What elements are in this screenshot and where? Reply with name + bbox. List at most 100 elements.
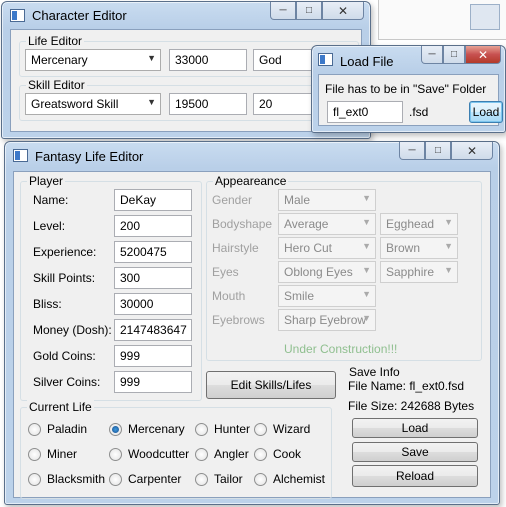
title-bar[interactable]: Fantasy Life Editor ─ □ ✕ (5, 142, 499, 170)
chevron-down-icon: ▼ (362, 265, 371, 275)
silver-coins-label: Silver Coins: (33, 375, 101, 389)
maximize-icon[interactable]: □ (425, 142, 451, 160)
radio-indicator (195, 447, 208, 461)
bliss-field[interactable]: 30000 (114, 293, 192, 315)
load-file-dialog: Load File ─ □ ✕ File has to be in "Save"… (311, 45, 506, 133)
skill-editor-label: Skill Editor (26, 78, 87, 92)
close-icon[interactable]: ✕ (465, 46, 501, 64)
life-radio-mercenary[interactable]: Mercenary (109, 422, 185, 436)
level-field[interactable]: 200 (114, 215, 192, 237)
bodyshape-label: Bodyshape (212, 217, 273, 231)
life-radio-alchemist[interactable]: Alchemist (254, 472, 325, 486)
chevron-down-icon: ▼ (444, 265, 453, 275)
name-field[interactable]: DeKay (114, 189, 192, 211)
life-editor-label: Life Editor (26, 34, 85, 48)
close-icon[interactable]: ✕ (322, 2, 364, 20)
app-window-icon (10, 9, 25, 22)
life-points-field[interactable]: 33000 (169, 49, 247, 71)
gender-combo[interactable]: Male ▼ (278, 189, 376, 211)
eyebrows-label: Eyebrows (212, 313, 265, 327)
window-title: Character Editor (32, 8, 127, 23)
minimize-icon[interactable]: ─ (421, 46, 443, 64)
filename-field[interactable]: fl_ext0 (327, 101, 403, 123)
chevron-down-icon: ▼ (362, 289, 371, 299)
eyebrows-combo[interactable]: Sharp Eyebrow ▼ (278, 309, 376, 331)
life-radio-angler[interactable]: Angler (195, 447, 249, 461)
window-title: Fantasy Life Editor (35, 149, 144, 164)
radio-indicator (195, 472, 208, 486)
maximize-icon[interactable]: □ (443, 46, 465, 64)
folder-hint: File has to be in "Save" Folder (325, 82, 487, 96)
bodyshape-combo[interactable]: Average ▼ (278, 213, 376, 235)
radio-indicator (195, 422, 208, 436)
life-radio-tailor[interactable]: Tailor (195, 472, 243, 486)
file-name-text: File Name: fl_ext0.fsd (348, 379, 465, 393)
reload-button[interactable]: Reload (352, 465, 478, 487)
life-radio-wizard[interactable]: Wizard (254, 422, 310, 436)
radio-indicator (254, 447, 267, 461)
radio-indicator (254, 422, 267, 436)
chevron-down-icon: ▼ (444, 241, 453, 251)
silver-coins-field[interactable]: 999 (114, 371, 192, 393)
radio-indicator (254, 472, 267, 486)
under-construction-note: Under Construction!!! (284, 342, 398, 356)
mouth-combo[interactable]: Smile ▼ (278, 285, 376, 307)
life-radio-paladin[interactable]: Paladin (28, 422, 87, 436)
window-title: Load File (340, 54, 394, 69)
life-radio-hunter[interactable]: Hunter (195, 422, 250, 436)
load-button[interactable]: Load (352, 418, 478, 438)
hair-color-combo[interactable]: Brown ▼ (380, 237, 458, 259)
life-rank-field[interactable]: God (253, 49, 313, 71)
eyes-combo[interactable]: Oblong Eyes ▼ (278, 261, 376, 283)
money-field[interactable]: 2147483647 (114, 319, 192, 341)
character-editor-client: Life Editor Mercenary ▼ 33000 God Skill E… (10, 29, 362, 132)
skill-combo[interactable]: Greatsword Skill ▼ (25, 93, 161, 115)
chevron-down-icon: ▼ (362, 193, 371, 203)
skill-points-field[interactable]: 19500 (169, 93, 247, 115)
edit-skills-button[interactable]: Edit Skills/Lifes (206, 371, 336, 399)
load-button[interactable]: Load (469, 101, 503, 123)
life-radio-miner[interactable]: Miner (28, 447, 77, 461)
close-icon[interactable]: ✕ (451, 142, 493, 160)
head-shape-combo[interactable]: Egghead ▼ (380, 213, 458, 235)
money-label: Money (Dosh): (33, 323, 112, 337)
life-radio-carpenter[interactable]: Carpenter (109, 472, 181, 486)
title-bar[interactable]: Character Editor ─ □ ✕ (2, 2, 370, 30)
radio-indicator (109, 422, 122, 436)
file-extension: .fsd (409, 105, 429, 119)
life-radio-cook[interactable]: Cook (254, 447, 301, 461)
save-button[interactable]: Save (352, 442, 478, 462)
file-size-text: File Size: 242688 Bytes (348, 399, 475, 413)
mouth-label: Mouth (212, 289, 246, 303)
chevron-down-icon: ▼ (362, 313, 371, 323)
main-client: Player Name: DeKay Level: 200 Experience… (13, 171, 491, 499)
radio-indicator (28, 447, 41, 461)
experience-field[interactable]: 5200475 (114, 241, 192, 263)
life-radio-woodcutter[interactable]: Woodcutter (109, 447, 189, 461)
title-bar[interactable]: Load File ─ □ ✕ (312, 46, 505, 74)
hairstyle-combo[interactable]: Hero Cut ▼ (278, 237, 376, 259)
gold-coins-field[interactable]: 999 (114, 345, 192, 367)
skill-level-field[interactable]: 20 (253, 93, 313, 115)
save-info-label: Save Info (347, 365, 402, 379)
chevron-down-icon: ▼ (362, 241, 371, 251)
name-label: Name: (33, 193, 69, 207)
player-group: Player (20, 174, 202, 401)
minimize-icon[interactable]: ─ (399, 142, 425, 160)
maximize-icon[interactable]: □ (296, 2, 322, 20)
life-combo[interactable]: Mercenary ▼ (25, 49, 161, 71)
minimize-icon[interactable]: ─ (270, 2, 296, 20)
skill-points-field[interactable]: 300 (114, 267, 192, 289)
radio-indicator (109, 472, 122, 486)
experience-label: Experience: (33, 245, 97, 259)
eye-color-combo[interactable]: Sapphire ▼ (380, 261, 458, 283)
chevron-down-icon: ▼ (362, 217, 371, 227)
appearance-group-label: Appeareance (213, 174, 289, 188)
chevron-down-icon: ▼ (147, 97, 156, 107)
hairstyle-label: Hairstyle (212, 241, 259, 255)
current-life-group-label: Current Life (27, 400, 94, 414)
background-window-edge (378, 0, 506, 40)
chevron-down-icon: ▼ (444, 217, 453, 227)
life-radio-blacksmith[interactable]: Blacksmith (28, 472, 105, 486)
radio-indicator (28, 472, 41, 486)
